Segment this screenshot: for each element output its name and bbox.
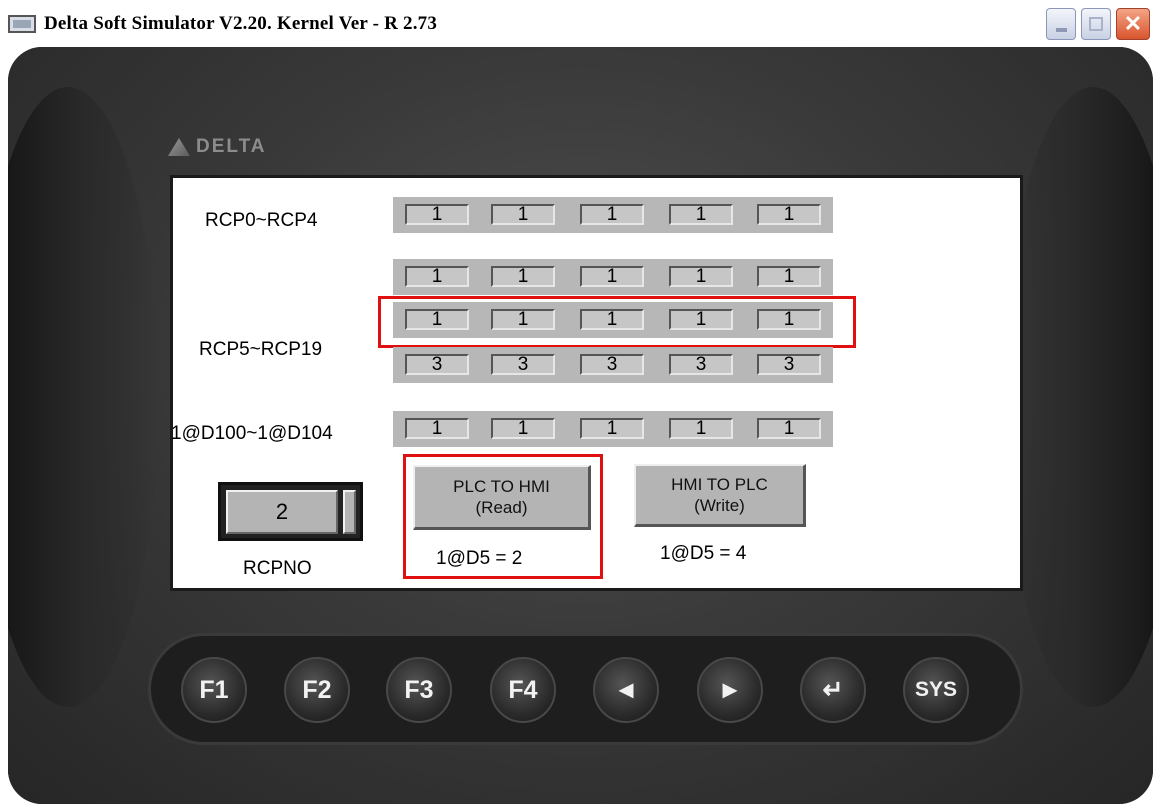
f2-key[interactable]: F2 [284,657,350,723]
hmi-device: DELTA RCP0~RCP4 1 1 1 1 1 RCP5~RCP19 1 1… [8,47,1153,804]
d101-field[interactable]: 1 [491,418,555,439]
rcp8-field[interactable]: 1 [669,266,733,287]
rcp15-field[interactable]: 3 [405,354,469,375]
d100-d104-row: 1 1 1 1 1 [393,411,833,447]
rcp4-field[interactable]: 1 [757,204,821,225]
rcp3-field[interactable]: 1 [669,204,733,225]
f1-key[interactable]: F1 [181,657,247,723]
d103-field[interactable]: 1 [669,418,733,439]
f4-key[interactable]: F4 [490,657,556,723]
d100-field[interactable]: 1 [405,418,469,439]
rcp5-rcp9-row: 1 1 1 1 1 [393,259,833,295]
delta-logo-icon [168,138,190,156]
title-bar[interactable]: Delta Soft Simulator V2.20. Kernel Ver -… [0,0,1156,44]
label-rcpno: RCPNO [243,558,312,579]
rcp1-field[interactable]: 1 [491,204,555,225]
enter-key[interactable]: ↵ [800,657,866,723]
rcpno-value[interactable]: 2 [226,490,338,534]
rcp9-field[interactable]: 1 [757,266,821,287]
d104-field[interactable]: 1 [757,418,821,439]
f3-key[interactable]: F3 [386,657,452,723]
rcp5-field[interactable]: 1 [405,266,469,287]
app-icon [8,15,36,33]
rcp2-field[interactable]: 1 [580,204,644,225]
rcp19-field[interactable]: 3 [757,354,821,375]
highlight-read [403,454,603,579]
rcp7-field[interactable]: 1 [580,266,644,287]
label-d100-d104: 1@D100~1@D104 [171,423,333,444]
maximize-icon [1089,17,1103,31]
sys-key[interactable]: SYS [903,657,969,723]
left-arrow-key[interactable]: ◄ [593,657,659,723]
brand-name: DELTA [196,136,267,157]
hmi-to-plc-write-button[interactable]: HMI TO PLC (Write) [634,464,806,527]
window-title: Delta Soft Simulator V2.20. Kernel Ver -… [44,13,438,34]
rcp0-rcp4-row: 1 1 1 1 1 [393,197,833,233]
rcpno-selector: 2 [218,482,363,541]
label-rcp5-rcp19: RCP5~RCP19 [199,339,323,360]
label-rcp0-rcp4: RCP0~RCP4 [205,210,318,231]
simulator-window: Delta Soft Simulator V2.20. Kernel Ver -… [0,0,1156,807]
write-status-text: 1@D5 = 4 [660,543,747,564]
highlight-rcp10-rcp14 [378,296,856,348]
hmi-screen: RCP0~RCP4 1 1 1 1 1 RCP5~RCP19 1 1 1 1 1… [170,175,1023,591]
rcp16-field[interactable]: 3 [491,354,555,375]
function-key-bar: F1 F2 F3 F4 ◄ ► ↵ SYS [148,633,1023,745]
rcpno-spin-button[interactable] [343,490,356,534]
rcp0-field[interactable]: 1 [405,204,469,225]
write-button-line1: HMI TO PLC [671,475,768,494]
minimize-button[interactable] [1046,8,1076,40]
rcp15-rcp19-row: 3 3 3 3 3 [393,347,833,383]
rcp17-field[interactable]: 3 [580,354,644,375]
minimize-icon [1056,28,1067,32]
rcp18-field[interactable]: 3 [669,354,733,375]
right-arrow-key[interactable]: ► [697,657,763,723]
close-button[interactable]: ✕ [1116,8,1150,40]
close-icon: ✕ [1123,11,1143,36]
d102-field[interactable]: 1 [580,418,644,439]
delta-logo: DELTA [168,127,328,167]
rcp6-field[interactable]: 1 [491,266,555,287]
write-button-line2: (Write) [694,496,745,515]
maximize-button[interactable] [1081,8,1111,40]
